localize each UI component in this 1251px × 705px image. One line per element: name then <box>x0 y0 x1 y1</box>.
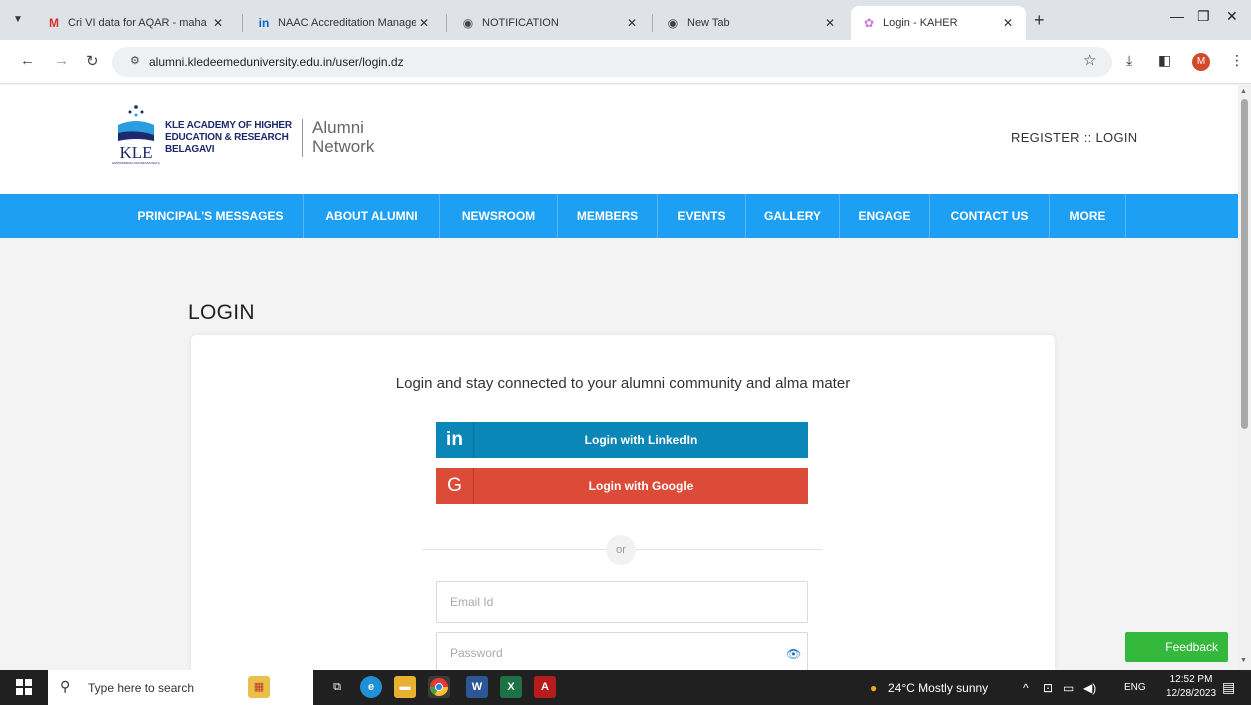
chrome-icon: ◉ <box>667 16 679 30</box>
weather-icon[interactable]: ● <box>870 681 877 695</box>
login-card: Login and stay connected to your alumni … <box>191 335 1055 670</box>
svg-text:KLE: KLE <box>119 143 152 162</box>
nav-more[interactable]: MORE <box>1050 194 1126 238</box>
address-bar[interactable]: ⚙ alumni.kledeemeduniversity.edu.in/user… <box>112 47 1112 77</box>
back-icon[interactable]: ← <box>20 52 35 69</box>
tab-search-icon[interactable]: ▼ <box>8 10 28 30</box>
site-header: KLE EMPOWERING PROFESSIONALS KLE ACADEMY… <box>0 85 1238 194</box>
close-tab-icon[interactable]: ✕ <box>624 16 640 30</box>
close-tab-icon[interactable]: ✕ <box>210 16 226 30</box>
main-nav: PRINCIPAL'S MESSAGES ABOUT ALUMNI NEWSRO… <box>0 194 1238 238</box>
google-button-label: Login with Google <box>588 479 694 493</box>
email-field[interactable] <box>436 581 808 623</box>
login-with-google-button[interactable]: G Login with Google <box>436 468 808 504</box>
scroll-down-icon[interactable]: ▼ <box>1240 657 1247 664</box>
taskbar-search[interactable]: ⚲ Type here to search <box>48 670 313 705</box>
nav-events[interactable]: EVENTS <box>658 194 746 238</box>
weather-text[interactable]: 24°C Mostly sunny <box>888 681 988 695</box>
restore-icon[interactable]: ❐ <box>1197 8 1210 25</box>
tab-notification[interactable]: ◉ NOTIFICATION ✕ <box>450 6 650 40</box>
minimize-icon[interactable]: — <box>1170 8 1184 24</box>
linkedin-button-label: Login with LinkedIn <box>584 433 698 447</box>
browser-tab-strip: ▼ M Cri VI data for AQAR - maha ✕ in NAA… <box>0 0 1251 40</box>
feedback-button[interactable]: Feedback <box>1125 632 1228 662</box>
acrobat-icon[interactable]: A <box>534 676 556 698</box>
clock[interactable]: 12:52 PM 12/28/2023 <box>1166 673 1216 701</box>
windows-start-icon[interactable] <box>16 679 32 695</box>
tab-naac[interactable]: in NAAC Accreditation Manage ✕ <box>246 6 442 40</box>
excel-icon[interactable]: X <box>500 676 522 698</box>
search-placeholder: Type here to search <box>88 681 195 695</box>
volume-icon[interactable]: ◀) <box>1083 681 1096 695</box>
google-icon: G <box>436 468 474 504</box>
page-title: LOGIN <box>188 301 255 324</box>
tab-login-kaher[interactable]: ✿ Login - KAHER ✕ <box>851 6 1026 40</box>
globe-icon: ◉ <box>462 16 474 30</box>
tab-title: New Tab <box>687 17 730 29</box>
profile-avatar[interactable]: M <box>1192 53 1210 71</box>
tab-gmail[interactable]: M Cri VI data for AQAR - maha ✕ <box>36 6 236 40</box>
web-page: KLE EMPOWERING PROFESSIONALS KLE ACADEMY… <box>0 85 1238 670</box>
login-with-linkedin-button[interactable]: in Login with LinkedIn <box>436 422 808 458</box>
close-tab-icon[interactable]: ✕ <box>1000 16 1016 30</box>
alumni-network-title: Alumni Network <box>312 118 375 156</box>
org-name: KLE ACADEMY OF HIGHER EDUCATION & RESEAR… <box>165 120 292 155</box>
windows-taskbar: ⚲ Type here to search ▦ ⧉ e ▬ W X A ● 24… <box>0 670 1251 705</box>
search-icon: ⚲ <box>60 678 71 694</box>
display-icon[interactable]: ▭ <box>1063 681 1074 695</box>
edge-icon[interactable]: e <box>360 676 382 698</box>
nav-about-alumni[interactable]: ABOUT ALUMNI <box>304 194 440 238</box>
nav-contact-us[interactable]: CONTACT US <box>930 194 1050 238</box>
show-password-eye-icon[interactable]: 👁 <box>786 647 801 661</box>
tab-title: NAAC Accreditation Manage <box>278 17 416 29</box>
nav-principals-messages[interactable]: PRINCIPAL'S MESSAGES <box>118 194 304 238</box>
reload-icon[interactable]: ↻ <box>86 52 99 70</box>
tab-title: NOTIFICATION <box>482 17 559 29</box>
register-login-link[interactable]: REGISTER :: LOGIN <box>1011 130 1137 145</box>
close-window-icon[interactable]: ✕ <box>1226 8 1238 25</box>
forward-icon[interactable]: → <box>54 52 69 69</box>
close-tab-icon[interactable]: ✕ <box>416 16 432 30</box>
login-tagline: Login and stay connected to your alumni … <box>395 375 851 392</box>
new-tab-plus-icon[interactable]: + <box>1034 10 1045 31</box>
nav-gallery[interactable]: GALLERY <box>746 194 840 238</box>
tab-title: Cri VI data for AQAR - maha <box>68 17 207 29</box>
tab-title: Login - KAHER <box>883 17 958 29</box>
tray-chevron-icon[interactable]: ^ <box>1023 681 1029 695</box>
site-info-icon[interactable]: ⚙ <box>130 54 140 67</box>
scroll-thumb[interactable] <box>1241 99 1248 429</box>
file-explorer-icon[interactable]: ▬ <box>394 676 416 698</box>
close-tab-icon[interactable]: ✕ <box>822 16 838 30</box>
linkedin-icon: in <box>258 16 270 30</box>
gmail-icon: M <box>49 16 59 30</box>
download-icon[interactable]: ⤓ <box>1126 52 1132 69</box>
language-indicator[interactable]: ENG <box>1124 682 1146 693</box>
browser-toolbar: ← → ↻ ⚙ alumni.kledeemeduniversity.edu.i… <box>0 40 1251 84</box>
scroll-up-icon[interactable]: ▲ <box>1240 88 1247 95</box>
tab-new-tab[interactable]: ◉ New Tab ✕ <box>655 6 848 40</box>
menu-dots-icon[interactable]: ⋮ <box>1230 52 1244 69</box>
nav-engage[interactable]: ENGAGE <box>840 194 930 238</box>
or-separator: or <box>606 535 636 565</box>
network-icon[interactable]: ⊡ <box>1043 681 1053 695</box>
linkedin-icon: in <box>436 422 474 458</box>
chrome-taskbar-icon[interactable] <box>428 676 450 698</box>
notifications-icon[interactable]: ▤ <box>1222 679 1235 696</box>
page-scrollbar[interactable]: ▲ ▼ <box>1238 85 1251 670</box>
kle-logo-icon[interactable]: KLE EMPOWERING PROFESSIONALS <box>112 103 160 165</box>
nav-newsroom[interactable]: NEWSROOM <box>440 194 558 238</box>
password-field[interactable] <box>436 632 808 670</box>
site-icon: ✿ <box>863 16 875 30</box>
nav-members[interactable]: MEMBERS <box>558 194 658 238</box>
url-text[interactable]: alumni.kledeemeduniversity.edu.in/user/l… <box>149 55 404 69</box>
bookmark-star-icon[interactable]: ☆ <box>1083 51 1096 69</box>
calendar-widget-icon[interactable]: ▦ <box>248 676 270 698</box>
svg-text:EMPOWERING PROFESSIONALS: EMPOWERING PROFESSIONALS <box>112 161 159 165</box>
side-panel-icon[interactable]: ◧ <box>1158 52 1171 69</box>
task-view-icon[interactable]: ⧉ <box>326 676 348 698</box>
word-icon[interactable]: W <box>466 676 488 698</box>
